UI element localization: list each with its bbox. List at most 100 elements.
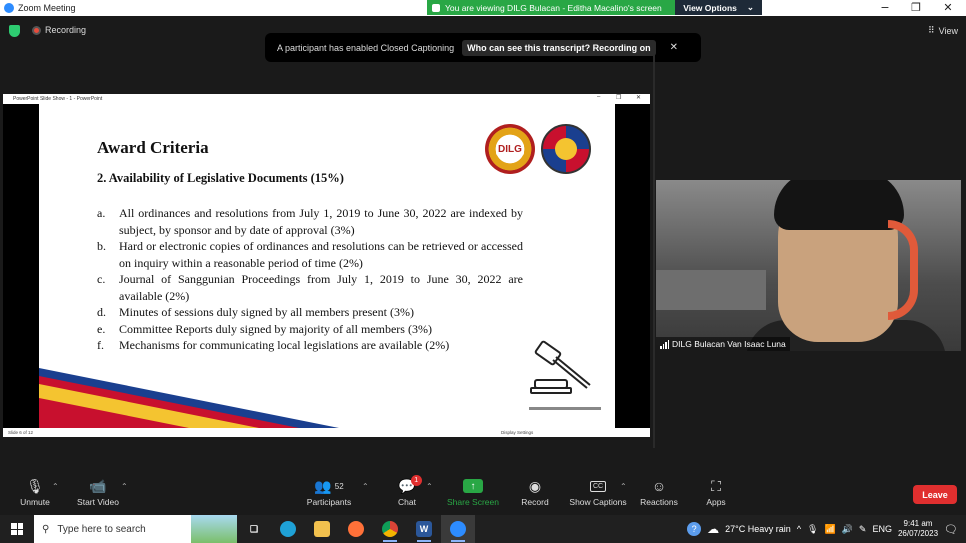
viewing-screen-text: You are viewing DILG Bulacan - Editha Ma… (445, 2, 662, 13)
microphone-icon[interactable]: 🎙 (807, 524, 818, 535)
maximize-button[interactable]: ❐ (901, 0, 931, 16)
cc-message: A participant has enabled Closed Caption… (277, 42, 455, 53)
recording-indicator[interactable]: Recording (32, 25, 86, 35)
unmute-button[interactable]: 🎙 Unmute (0, 475, 70, 508)
leave-button[interactable]: Leave (913, 485, 957, 504)
clock-time: 9:41 am (903, 519, 933, 528)
start-video-button[interactable]: 📹 Start Video (63, 475, 133, 508)
show-captions-button[interactable]: CC Show Captions (563, 475, 633, 507)
panel-divider[interactable] (653, 46, 655, 448)
view-button[interactable]: ⠿ View (928, 25, 958, 36)
powerpoint-titlebar: PowerPoint Slide Show - 1 - PowerPoint –… (3, 94, 650, 104)
edge-taskbar-button[interactable] (271, 515, 305, 543)
powerpoint-window-title: PowerPoint Slide Show - 1 - PowerPoint (13, 96, 103, 102)
task-view-button[interactable]: ❏ (237, 515, 271, 543)
view-options-label: View Options (683, 2, 737, 13)
viewing-screen-banner: You are viewing DILG Bulacan - Editha Ma… (427, 0, 762, 15)
shared-screen: PowerPoint Slide Show - 1 - PowerPoint –… (3, 94, 650, 437)
clock-date: 26/07/2023 (897, 529, 939, 538)
criteria-item: f. Mechanisms for communicating local leg… (97, 338, 450, 352)
closed-caption-notice: A participant has enabled Closed Caption… (265, 33, 701, 62)
record-button[interactable]: ◉ Record (500, 475, 570, 508)
record-dot-icon (32, 25, 41, 35)
chat-button[interactable]: 💬 1 Chat (372, 475, 442, 507)
apps-icon: ⛶ (711, 477, 721, 494)
transcript-info-link[interactable]: Who can see this transcript? Recording o… (462, 39, 656, 56)
zoom-icon (450, 521, 466, 537)
file-explorer-taskbar-button[interactable] (305, 515, 339, 543)
word-taskbar-button[interactable]: W (407, 515, 441, 543)
clock[interactable]: 9:41 am 26/07/2023 (898, 519, 938, 539)
chevron-up-icon[interactable]: ^ (797, 524, 801, 534)
chat-chevron-icon[interactable]: ⌃ (426, 482, 433, 491)
firefox-icon (348, 521, 364, 537)
participant-name-tag: DILG Bulacan Van Isaac Luna (656, 337, 790, 351)
window-title: Zoom Meeting (18, 3, 76, 13)
captions-icon: CC (589, 475, 607, 497)
participant-video[interactable]: DILG Bulacan Van Isaac Luna (656, 180, 961, 351)
share-screen-icon: ↑ (463, 479, 483, 493)
start-button[interactable] (0, 515, 34, 543)
minimize-button[interactable]: − (870, 0, 900, 16)
slide-title: Award Criteria (97, 138, 209, 157)
system-tray: ? ☁ 27°C Heavy rain ^ 🎙 📶 🔊 ✎ ENG 9:41 a… (687, 515, 966, 543)
chat-icon: 💬 1 (398, 475, 422, 497)
volume-icon[interactable]: 🔊 (842, 524, 853, 535)
chrome-taskbar-button[interactable] (373, 515, 407, 543)
video-off-icon: 📹 (89, 477, 107, 494)
display-settings-link: Display Settings (501, 430, 534, 435)
language-indicator[interactable]: ENG (872, 524, 892, 534)
criteria-item: c. Journal of Sanggunian Proceedings from… (97, 272, 523, 303)
criteria-item: a. All ordinances and resolutions from Ju… (97, 206, 523, 237)
security-shield-icon[interactable] (9, 25, 20, 37)
presentation-slide: Award Criteria 2. Availability of Legisl… (39, 104, 615, 428)
close-notice-icon[interactable]: ✕ (670, 42, 678, 53)
folder-icon (314, 521, 330, 537)
recording-label: Recording (45, 25, 87, 35)
criteria-list: a. All ordinances and resolutions from Ju… (97, 205, 523, 354)
screen-share-icon (432, 3, 440, 12)
chevron-down-icon: ⌄ (746, 2, 754, 12)
audio-options-chevron-icon[interactable]: ⌃ (52, 482, 59, 491)
zoom-taskbar-button[interactable] (441, 515, 475, 543)
windows-logo-icon (11, 523, 23, 535)
search-highlight-image (191, 515, 237, 543)
dilg-logo: DILG (485, 124, 535, 174)
pp-minimize-icon: – (597, 94, 601, 100)
share-screen-button[interactable]: ↑ Share Screen (438, 475, 508, 507)
edge-icon (280, 521, 296, 537)
participants-button[interactable]: 👥 52 Participants (294, 475, 364, 508)
signal-bars-icon (660, 339, 669, 349)
network-icon[interactable]: 📶 (824, 524, 835, 535)
slide-counter: Slide 6 of 12 (8, 430, 34, 435)
participants-chevron-icon[interactable]: ⌃ (362, 482, 369, 491)
video-options-chevron-icon[interactable]: ⌃ (121, 482, 128, 491)
notifications-icon[interactable]: 🗨 (944, 523, 958, 536)
close-button[interactable]: ✕ (933, 0, 963, 16)
chat-badge: 1 (410, 475, 422, 486)
slide-subtitle: 2. Availability of Legislative Documents… (97, 171, 344, 185)
weather-text[interactable]: 27°C Heavy rain (725, 524, 791, 534)
firefox-taskbar-button[interactable] (339, 515, 373, 543)
muted-microphone-icon: 🎙 (26, 477, 44, 494)
apps-button[interactable]: ⛶ Apps (681, 475, 751, 508)
pp-restore-icon: ❐ (616, 95, 622, 101)
rain-cloud-icon[interactable]: ☁ (707, 522, 719, 536)
help-icon[interactable]: ? (687, 522, 702, 536)
taskbar-search[interactable]: ⚲ Type here to search (34, 515, 237, 543)
record-icon: ◉ (528, 477, 542, 494)
smiley-plus-icon: ☺ (651, 478, 667, 494)
view-label: View (938, 25, 958, 36)
participants-icon: 👥 52 (314, 477, 344, 494)
view-options-button[interactable]: View Options ⌄ (675, 0, 762, 15)
participants-count: 52 (334, 481, 344, 491)
dilg-logo-text: DILG (496, 142, 524, 156)
powerpoint-statusbar: Slide 6 of 12 Display Settings (3, 428, 650, 437)
pen-icon[interactable]: ✎ (859, 524, 867, 535)
word-icon: W (416, 521, 432, 537)
criteria-item: b. Hard or electronic copies of ordinance… (97, 239, 523, 270)
participant-name: DILG Bulacan Van Isaac Luna (672, 339, 786, 349)
government-seal-logo (541, 124, 591, 174)
chrome-icon (382, 521, 398, 537)
meeting-toolbar: 🎙 Unmute ⌃ 📹 Start Video ⌃ 👥 52 Participa… (0, 475, 966, 515)
